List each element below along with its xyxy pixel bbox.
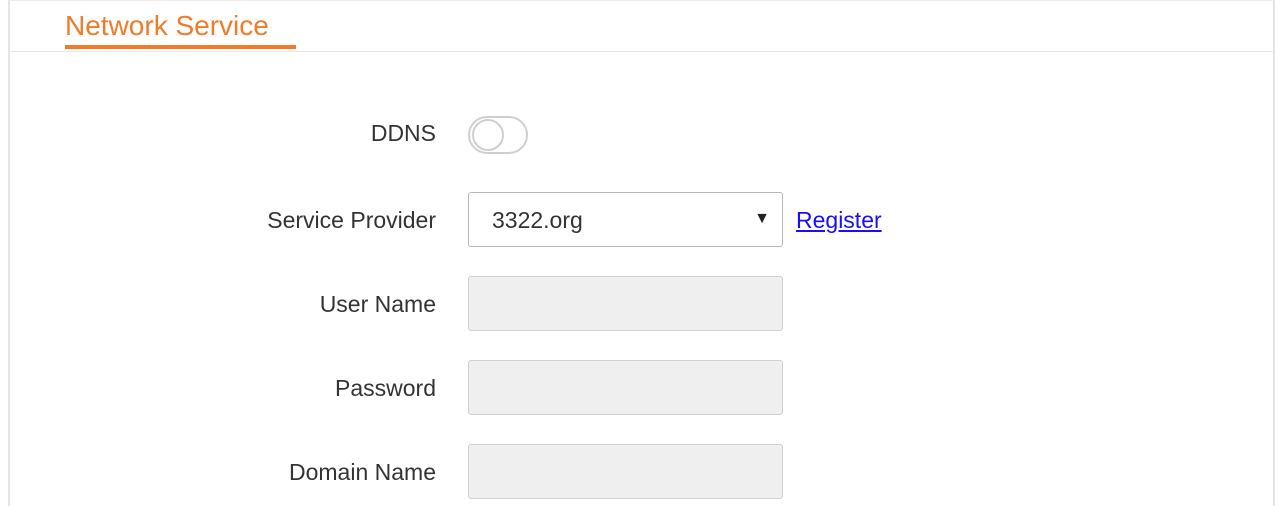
service-provider-label: Service Provider xyxy=(267,207,436,233)
user-name-label: User Name xyxy=(319,291,436,317)
register-link[interactable]: Register xyxy=(796,207,882,234)
password-label: Password xyxy=(335,375,436,401)
ddns-label: DDNS xyxy=(370,120,436,146)
section-title-underline xyxy=(65,45,296,49)
dropdown-arrow-icon: ▼ xyxy=(754,210,770,227)
ddns-toggle[interactable] xyxy=(468,116,528,154)
toggle-knob xyxy=(472,119,504,151)
service-provider-select[interactable]: 3322.org ▼ xyxy=(468,192,783,247)
domain-name-label: Domain Name xyxy=(289,459,436,485)
user-name-input[interactable] xyxy=(468,276,783,331)
password-input[interactable] xyxy=(468,360,783,415)
section-title: Network Service xyxy=(65,10,269,41)
domain-name-input[interactable] xyxy=(468,444,783,499)
section-header: Network Service xyxy=(10,1,1273,52)
content-panel: Network Service DDNS Service Provider 33… xyxy=(8,0,1275,506)
service-provider-value: 3322.org xyxy=(492,207,583,233)
